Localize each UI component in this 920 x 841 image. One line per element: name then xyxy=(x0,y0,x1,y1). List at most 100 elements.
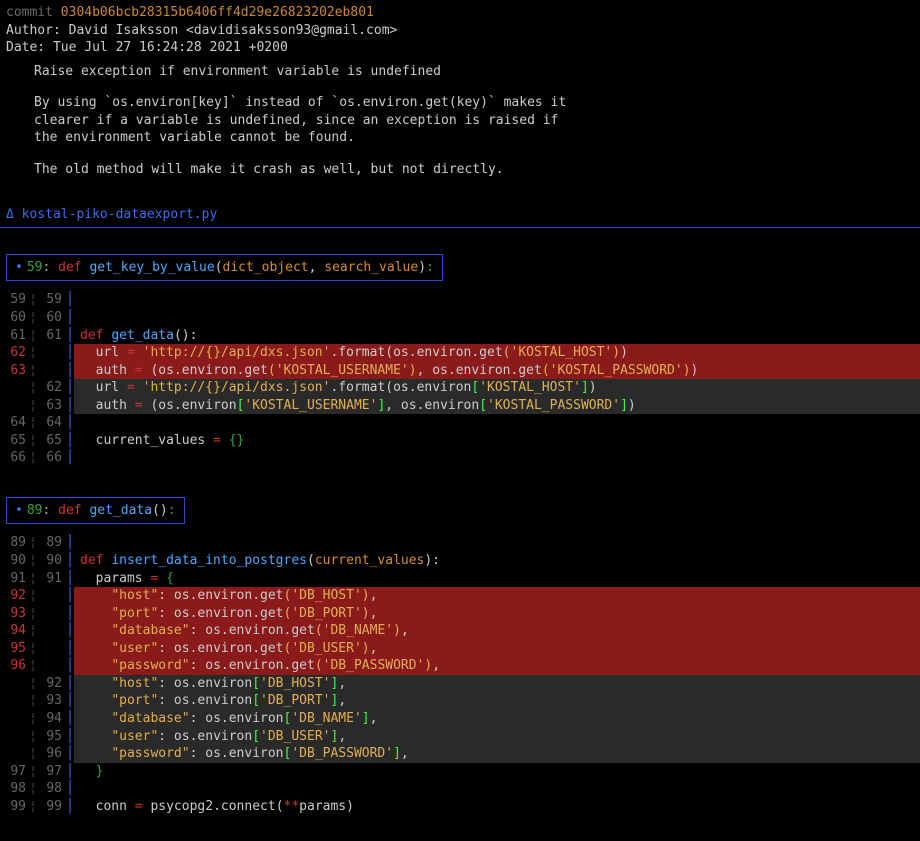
hunk-header-2[interactable]: •89: def get_data(): xyxy=(6,497,185,525)
new-lineno: 64 xyxy=(38,414,66,432)
code-cell xyxy=(74,309,920,327)
gutter-sep: ¦ xyxy=(28,291,38,309)
date-value: Tue Jul 27 16:24:28 2021 +0200 xyxy=(53,40,288,55)
old-lineno: 66 xyxy=(0,449,28,467)
new-lineno: 62 xyxy=(38,379,66,397)
gutter-sep: ¦ xyxy=(28,414,38,432)
new-lineno: 63 xyxy=(38,397,66,415)
diff-row: 98¦98│ xyxy=(0,780,920,798)
code-cell xyxy=(74,780,920,798)
gutter-sep: ¦ xyxy=(28,657,38,675)
diff-row: 91¦91│ params = { xyxy=(0,570,920,588)
gutter-bar: │ xyxy=(66,605,74,623)
gutter-sep: ¦ xyxy=(28,728,38,746)
gutter-sep: ¦ xyxy=(28,692,38,710)
new-lineno: 61 xyxy=(38,327,66,345)
code-cell: url = 'http://{}/api/dxs.json'.format(os… xyxy=(74,379,920,397)
gutter-bar: │ xyxy=(66,449,74,467)
diff-row: 89¦89│ xyxy=(0,534,920,552)
new-lineno: 90 xyxy=(38,552,66,570)
gutter-bar: │ xyxy=(66,397,74,415)
gutter-bar: │ xyxy=(66,657,74,675)
param1: dict_object xyxy=(223,260,309,275)
new-lineno xyxy=(38,622,66,640)
new-lineno: 89 xyxy=(38,534,66,552)
gutter-sep: ¦ xyxy=(28,605,38,623)
fn-name: get_key_by_value xyxy=(89,260,214,275)
diff-row: 66¦66│ xyxy=(0,449,920,467)
gutter-sep: ¦ xyxy=(28,763,38,781)
commit-body-para2: The old method will make it crash as wel… xyxy=(6,161,914,179)
paren-open: ( xyxy=(215,260,223,275)
old-lineno xyxy=(0,728,28,746)
gutter-bar: │ xyxy=(66,675,74,693)
commit-prefix: commit xyxy=(6,5,61,20)
gutter-bar: │ xyxy=(66,432,74,450)
diff-row: 94¦│ "database": os.environ.get('DB_NAME… xyxy=(0,622,920,640)
gutter-sep: ¦ xyxy=(28,327,38,345)
new-lineno xyxy=(38,605,66,623)
author-value: David Isaksson <davidisaksson93@gmail.co… xyxy=(69,23,398,38)
new-lineno: 95 xyxy=(38,728,66,746)
commit-hash: 0304b06bcb28315b6406ff4d29e26823202eb801 xyxy=(61,5,374,20)
paren-close: ) xyxy=(418,260,426,275)
gutter-sep: ¦ xyxy=(28,640,38,658)
code-cell: auth = (os.environ['KOSTAL_USERNAME'], o… xyxy=(74,397,920,415)
old-lineno xyxy=(0,710,28,728)
new-lineno: 93 xyxy=(38,692,66,710)
gutter-sep: ¦ xyxy=(28,798,38,816)
code-cell xyxy=(74,291,920,309)
code-cell: current_values = {} xyxy=(74,432,920,450)
diff-table-2: 89¦89│90¦90│def insert_data_into_postgre… xyxy=(0,534,920,815)
code-cell: "port": os.environ.get('DB_PORT'), xyxy=(74,605,920,623)
old-lineno: 63 xyxy=(0,362,28,380)
gutter-bar: │ xyxy=(66,710,74,728)
old-lineno xyxy=(0,675,28,693)
colon: : xyxy=(426,260,434,275)
date-line: Date: Tue Jul 27 16:24:28 2021 +0200 xyxy=(6,39,914,57)
kw-def: def xyxy=(58,503,89,518)
gutter-bar: │ xyxy=(66,763,74,781)
new-lineno: 99 xyxy=(38,798,66,816)
diff-row: 95¦│ "user": os.environ.get('DB_USER'), xyxy=(0,640,920,658)
new-lineno: 92 xyxy=(38,675,66,693)
hunk-header-1[interactable]: •59: def get_key_by_value(dict_object, s… xyxy=(6,254,443,282)
gutter-bar: │ xyxy=(66,745,74,763)
file-header[interactable]: Δ kostal-piko-dataexport.py xyxy=(0,204,920,228)
old-lineno: 97 xyxy=(0,763,28,781)
gutter-sep: ¦ xyxy=(28,379,38,397)
gutter-bar: │ xyxy=(66,534,74,552)
diff-row: 96¦│ "password": os.environ.get('DB_PASS… xyxy=(0,657,920,675)
new-lineno: 60 xyxy=(38,309,66,327)
commit-line: commit 0304b06bcb28315b6406ff4d29e268232… xyxy=(6,4,914,22)
code-cell xyxy=(74,534,920,552)
gutter-sep: ¦ xyxy=(28,362,38,380)
code-cell: "database": os.environ.get('DB_NAME'), xyxy=(74,622,920,640)
diff-row: 92¦│ "host": os.environ.get('DB_HOST'), xyxy=(0,587,920,605)
code-cell: auth = (os.environ.get('KOSTAL_USERNAME'… xyxy=(74,362,920,380)
old-lineno: 59 xyxy=(0,291,28,309)
new-lineno: 66 xyxy=(38,449,66,467)
diff-row: 65¦65│ current_values = {} xyxy=(0,432,920,450)
new-lineno: 98 xyxy=(38,780,66,798)
author-label: Author: xyxy=(6,23,69,38)
gutter-sep: ¦ xyxy=(28,397,38,415)
diff-table-1: 59¦59│60¦60│61¦61│def get_data():62¦│ ur… xyxy=(0,291,920,466)
diff-row: ¦93│ "port": os.environ['DB_PORT'], xyxy=(0,692,920,710)
gutter-bar: │ xyxy=(66,291,74,309)
old-lineno xyxy=(0,692,28,710)
old-lineno xyxy=(0,397,28,415)
gutter-bar: │ xyxy=(66,344,74,362)
new-lineno: 96 xyxy=(38,745,66,763)
code-cell: } xyxy=(74,763,920,781)
gutter-bar: │ xyxy=(66,570,74,588)
diff-row: 62¦│ url = 'http://{}/api/dxs.json'.form… xyxy=(0,344,920,362)
old-lineno: 62 xyxy=(0,344,28,362)
diff-row: 90¦90│def insert_data_into_postgres(curr… xyxy=(0,552,920,570)
new-lineno xyxy=(38,640,66,658)
diff-row: ¦96│ "password": os.environ['DB_PASSWORD… xyxy=(0,745,920,763)
old-lineno: 61 xyxy=(0,327,28,345)
diff-row: ¦94│ "database": os.environ['DB_NAME'], xyxy=(0,710,920,728)
gutter-sep: ¦ xyxy=(28,449,38,467)
old-lineno: 94 xyxy=(0,622,28,640)
